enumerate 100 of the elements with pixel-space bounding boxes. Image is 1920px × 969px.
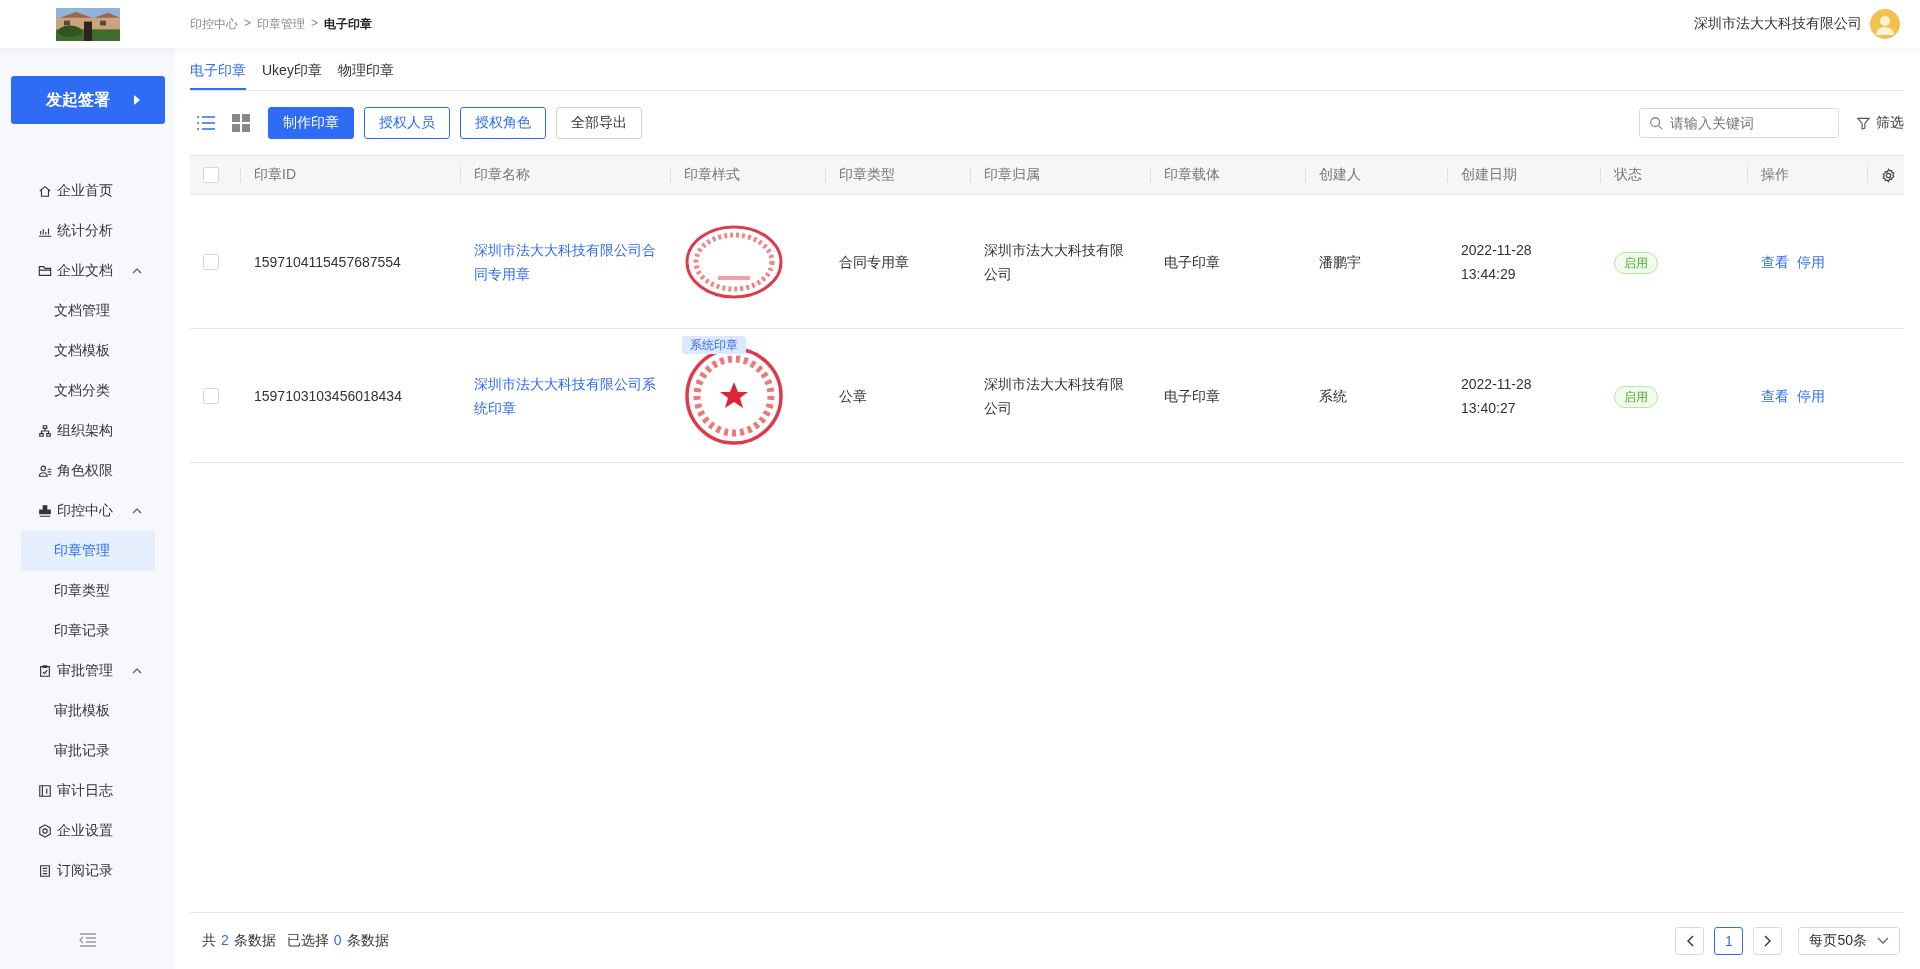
breadcrumb-item[interactable]: 印章管理 (257, 15, 305, 33)
role-icon (37, 464, 52, 478)
selected-label: 已选择 (286, 932, 329, 950)
status-tag: 启用 (1614, 385, 1658, 408)
chevron-right-icon (1763, 935, 1772, 947)
table-cell: 电子印章 (1164, 253, 1220, 270)
sidebar-item[interactable]: 文档模板 (20, 331, 155, 371)
avatar-icon[interactable] (1870, 9, 1900, 39)
sidebar-item[interactable]: 组织架构 (20, 411, 155, 451)
company-name: 深圳市法大大科技有限公司 (1694, 15, 1862, 33)
column-header: 印章归属 (984, 166, 1040, 182)
sidebar-item[interactable]: 审批管理 (20, 651, 155, 691)
sidebar-item[interactable]: 角色权限 (20, 451, 155, 491)
seal-icon (684, 223, 784, 300)
action-link[interactable]: 停用 (1797, 249, 1825, 274)
chevron-left-icon (1685, 935, 1694, 947)
page-size-select[interactable]: 每页50条 (1798, 927, 1900, 955)
action-link[interactable]: 查看 (1761, 249, 1789, 274)
table-cell: 合同专用章 (839, 253, 909, 270)
total-count: 2 (221, 932, 229, 950)
column-header: 印章样式 (684, 166, 740, 182)
sidebar-item[interactable]: 统计分析 (20, 211, 155, 251)
table-cell: 电子印章 (1164, 387, 1220, 404)
sidebar-item[interactable]: 印章类型 (20, 571, 155, 611)
doc-icon (37, 864, 52, 878)
total-label: 共 (202, 932, 216, 950)
home-icon (37, 184, 52, 198)
column-header: 印章载体 (1164, 166, 1220, 182)
table-cell: 1597103103456018434 (254, 387, 402, 404)
total-unit: 条数据 (233, 932, 276, 950)
search-icon (1649, 116, 1663, 130)
system-seal-badge: 系统印章 (682, 335, 746, 354)
filter-icon (1857, 116, 1870, 130)
column-header: 状态 (1614, 166, 1642, 182)
filter-button[interactable]: 筛选 (1857, 114, 1904, 132)
column-header: 创建日期 (1461, 166, 1517, 182)
action-link[interactable]: 查看 (1761, 383, 1789, 408)
breadcrumb-item[interactable]: > (244, 15, 251, 33)
toolbar-button[interactable]: 授权人员 (364, 107, 450, 139)
sidebar-item[interactable]: 企业设置 (20, 811, 155, 851)
tab[interactable]: 物理印章 (337, 62, 394, 90)
date-text: 2022-11-28 (1461, 374, 1533, 394)
tab[interactable]: Ukey印章 (262, 62, 322, 90)
gear-icon (37, 824, 52, 838)
tab[interactable]: 电子印章 (190, 62, 246, 90)
next-page-button[interactable] (1753, 927, 1783, 955)
status-tag: 启用 (1614, 251, 1658, 274)
collapse-icon[interactable] (78, 933, 97, 947)
table-cell: 公章 (839, 387, 867, 404)
sidebar-item[interactable]: 审批记录 (20, 731, 155, 771)
log-icon (37, 784, 52, 798)
table-cell: 潘鹏宇 (1319, 253, 1361, 270)
seal-name-link[interactable]: 深圳市法大大科技有限公司系统印章 (474, 371, 656, 420)
sidebar-item[interactable]: 印章管理 (20, 531, 155, 571)
chevron-icon[interactable] (131, 668, 142, 674)
stamp-icon (37, 504, 52, 518)
row-checkbox[interactable] (203, 253, 219, 270)
sidebar-item[interactable]: 审计日志 (20, 771, 155, 811)
table-cell: 深圳市法大大科技有限公司 (984, 241, 1124, 282)
chevron-icon[interactable] (131, 508, 142, 514)
sidebar-item[interactable]: 文档分类 (20, 371, 155, 411)
previous-page-button[interactable] (1675, 927, 1705, 955)
time-text: 13:44:29 (1461, 264, 1517, 284)
table-cell: 系统 (1319, 387, 1347, 404)
table-cell: 1597104115457687554 (254, 253, 401, 270)
page-button[interactable]: 1 (1714, 927, 1744, 955)
dropdown-icon (1877, 937, 1889, 945)
seal-name-link[interactable]: 深圳市法大大科技有限公司合同专用章 (474, 237, 656, 286)
toolbar-button[interactable]: 授权角色 (460, 107, 546, 139)
clip-icon (37, 664, 52, 678)
list-view-icon[interactable] (196, 115, 216, 131)
breadcrumb-item[interactable]: > (311, 15, 319, 33)
column-header: 印章名称 (474, 166, 530, 182)
sidebar-item[interactable]: 订阅记录 (20, 851, 155, 891)
sidebar-item[interactable]: 企业首页 (20, 171, 155, 211)
folder-icon (37, 264, 52, 278)
grid-view-icon[interactable] (232, 114, 250, 132)
sidebar-item[interactable]: 审批模板 (20, 691, 155, 731)
time-text: 13:40:27 (1461, 398, 1517, 418)
settings-icon[interactable] (1881, 167, 1896, 183)
sidebar-item[interactable]: 企业文档 (20, 251, 155, 291)
sidebar-item[interactable]: 文档管理 (20, 291, 155, 331)
toolbar-button[interactable]: 全部导出 (556, 107, 642, 139)
column-header: 创建人 (1319, 166, 1361, 182)
sidebar-item[interactable]: 印控中心 (20, 491, 155, 531)
column-header: 印章ID (254, 166, 296, 182)
column-header: 操作 (1761, 166, 1789, 182)
sidebar-item[interactable]: 印章记录 (20, 611, 155, 651)
column-header: 印章类型 (839, 166, 895, 182)
action-link[interactable]: 停用 (1797, 383, 1825, 408)
select-all-checkbox[interactable] (203, 167, 219, 183)
search-field[interactable]: 请输入关键词 (1639, 108, 1839, 138)
row-checkbox[interactable] (203, 387, 219, 404)
chevron-icon[interactable] (131, 268, 142, 274)
start-signing-button[interactable]: 发起签署 (10, 76, 165, 124)
caret-icon (133, 95, 140, 105)
breadcrumb-item[interactable]: 印控中心 (190, 15, 238, 33)
toolbar-button[interactable]: 制作印章 (268, 107, 354, 139)
selected-count: 0 (333, 932, 342, 950)
breadcrumb-current: 电子印章 (324, 15, 373, 33)
